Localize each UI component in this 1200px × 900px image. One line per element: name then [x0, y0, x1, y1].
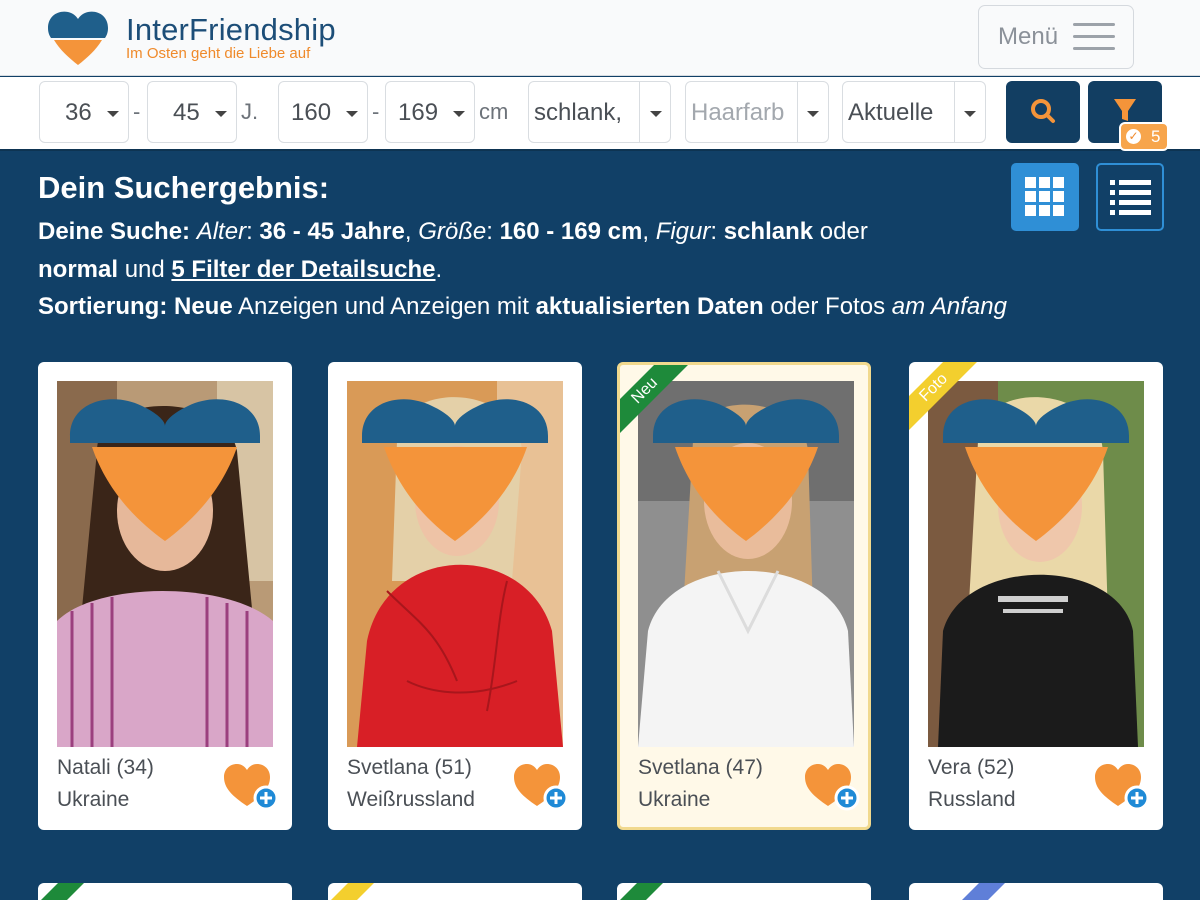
profile-card-highlighted[interactable]: Neu Svetlana (47) Ukraine — [617, 362, 871, 830]
add-favorite-icon[interactable] — [803, 762, 861, 812]
search-bar: 36 - 45 J. 160 - 169 cm schlank, Haarfar… — [0, 77, 1200, 151]
age-unit: J. — [241, 99, 259, 124]
new-ribbon: Neu — [620, 365, 700, 445]
add-favorite-icon[interactable] — [512, 762, 570, 812]
profile-name[interactable]: Svetlana (47) — [638, 756, 763, 780]
profile-name[interactable]: Svetlana (51) — [347, 756, 472, 780]
profile-photo[interactable] — [57, 381, 273, 747]
new-ribbon-corner — [620, 883, 663, 900]
age-from-value: 36 — [65, 99, 92, 126]
chevron-down-icon — [964, 111, 976, 117]
chevron-down-icon — [215, 111, 227, 117]
profile-card[interactable]: Natali (34) Ukraine — [38, 362, 292, 830]
profile-name[interactable]: Vera (52) — [928, 756, 1014, 780]
chevron-down-icon — [650, 111, 662, 117]
age-from-select[interactable]: 36 — [39, 81, 129, 143]
chevron-down-icon — [346, 111, 358, 117]
filter-count: 5 — [1151, 127, 1161, 146]
sorting-summary-line: Sortierung: Neue Anzeigen und Anzeigen m… — [38, 293, 1007, 320]
results-title: Dein Suchergebnis: — [38, 170, 330, 205]
height-unit: cm — [479, 99, 509, 124]
height-from-select[interactable]: 160 — [278, 81, 368, 143]
sort-value: Aktuelle — [848, 99, 934, 126]
new-ribbon-corner — [41, 883, 84, 900]
search-summary-line-2: normal und 5 Filter der Detailsuche. — [38, 256, 443, 283]
profile-card-partial[interactable] — [38, 883, 292, 900]
site-header: InterFriendship Im Osten geht die Liebe … — [0, 0, 1200, 76]
height-separator: - — [372, 99, 380, 124]
height-from-value: 160 — [291, 99, 332, 126]
hamburger-icon — [1073, 23, 1115, 51]
detail-filter-link[interactable]: 5 Filter der Detailsuche — [171, 256, 435, 283]
age-to-select[interactable]: 45 — [147, 81, 237, 143]
add-favorite-icon[interactable] — [1093, 762, 1151, 812]
chevron-down-icon — [807, 111, 819, 117]
photo-ribbon: Foto — [909, 362, 989, 442]
profile-country: Ukraine — [638, 788, 711, 811]
age-to-value: 45 — [173, 99, 200, 126]
profile-card-partial[interactable] — [328, 883, 582, 900]
checkmark-icon: ✓ — [1126, 129, 1141, 144]
profile-photo[interactable] — [347, 381, 563, 747]
blue-ribbon-corner — [962, 883, 1005, 900]
menu-button[interactable]: Menü — [978, 5, 1134, 69]
profile-card[interactable]: Svetlana (51) Weißrussland — [328, 362, 582, 830]
search-button[interactable] — [1006, 81, 1080, 143]
height-to-select[interactable]: 169 — [385, 81, 475, 143]
profile-card-partial[interactable] — [617, 883, 871, 900]
profile-country: Russland — [928, 788, 1016, 811]
profile-country: Ukraine — [57, 788, 130, 811]
hair-color-placeholder: Haarfarb — [691, 99, 785, 126]
add-favorite-icon[interactable] — [222, 762, 280, 812]
brand-name[interactable]: InterFriendship — [126, 12, 336, 48]
grid-view-button[interactable] — [1011, 163, 1079, 231]
filter-count-badge: ✓ 5 — [1119, 122, 1169, 151]
sort-select[interactable]: Aktuelle — [842, 81, 986, 143]
chevron-down-icon — [453, 111, 465, 117]
profile-name[interactable]: Natali (34) — [57, 756, 154, 780]
height-to-value: 169 — [398, 99, 439, 126]
figure-value: schlank, — [534, 99, 623, 126]
profile-card[interactable]: Foto Vera (52) Russland — [909, 362, 1163, 830]
search-summary-line: Deine Suche: Alter: 36 - 45 Jahre, Größe… — [38, 218, 868, 245]
menu-label: Menü — [998, 23, 1059, 50]
ribbon-label: Foto — [909, 362, 982, 436]
list-view-button[interactable] — [1096, 163, 1164, 231]
figure-select[interactable]: schlank, — [528, 81, 671, 143]
heart-logo-icon[interactable] — [46, 10, 110, 66]
brand-tagline: Im Osten geht die Liebe auf — [126, 45, 311, 62]
hair-color-select[interactable]: Haarfarb — [685, 81, 829, 143]
grid-icon — [1025, 177, 1064, 216]
age-separator: - — [133, 99, 141, 124]
profile-country: Weißrussland — [347, 788, 475, 811]
list-icon — [1110, 180, 1151, 215]
photo-ribbon-corner — [331, 883, 374, 900]
chevron-down-icon — [107, 111, 119, 117]
ribbon-label: Neu — [620, 365, 693, 439]
search-icon — [1031, 99, 1055, 123]
profile-card-partial[interactable] — [909, 883, 1163, 900]
